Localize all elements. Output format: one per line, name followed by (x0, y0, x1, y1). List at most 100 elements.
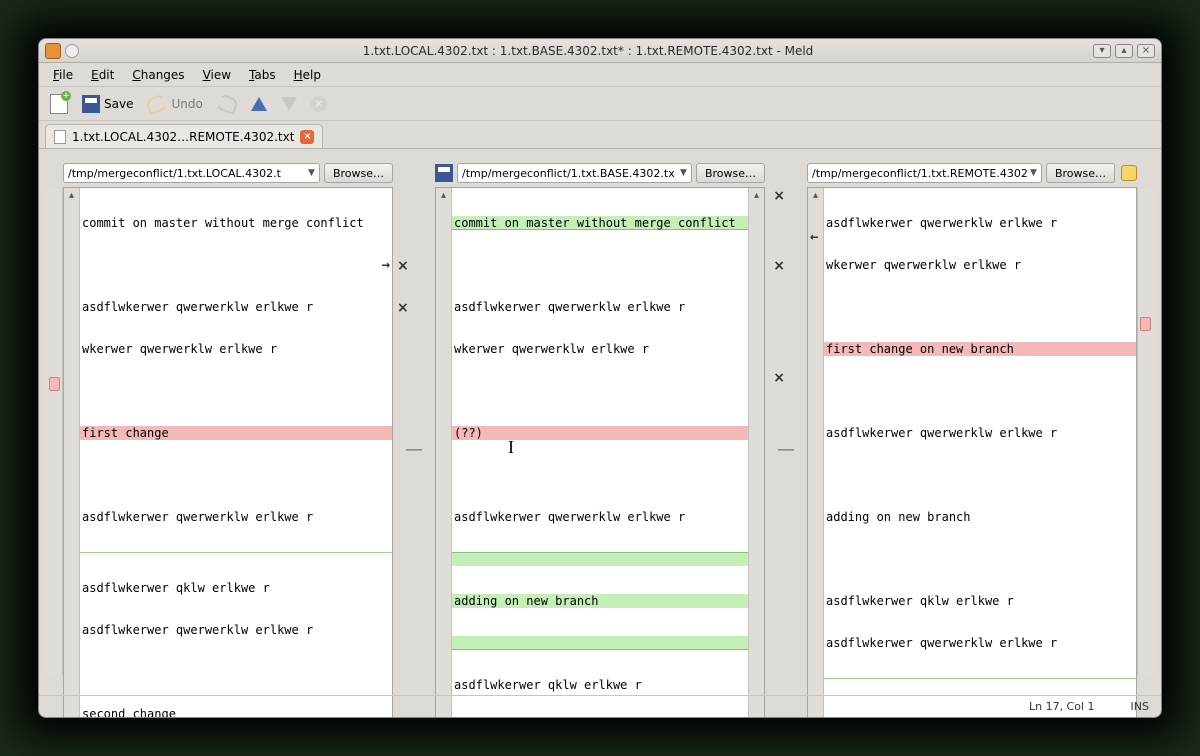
titlebar: 1.txt.LOCAL.4302.txt : 1.txt.BASE.4302.t… (39, 39, 1161, 63)
delete-chunk-icon[interactable]: × (397, 301, 409, 315)
code-line (452, 468, 748, 482)
doc-icon (54, 130, 66, 144)
workarea: /tmp/mergeconflict/1.txt.LOCAL.4302.t▼ B… (39, 157, 1161, 695)
delete-chunk-icon[interactable]: × (397, 259, 409, 273)
modified-floppy-icon (435, 164, 453, 182)
code-line (80, 384, 392, 398)
app-icon (45, 43, 61, 59)
new-doc-icon (50, 94, 68, 114)
close-window-button[interactable]: × (1137, 44, 1155, 58)
path-remote-input[interactable]: /tmp/mergeconflict/1.txt.REMOTE.4302▼ (807, 163, 1042, 183)
code-line (452, 258, 748, 272)
menu-edit[interactable]: Edit (83, 66, 122, 84)
code-line: commit on master without merge conflict (80, 216, 392, 230)
menu-changes[interactable]: Changes (124, 66, 192, 84)
overview-strip-left[interactable] (47, 189, 63, 675)
code-line (824, 384, 1136, 398)
collapse-icon[interactable]: — (777, 439, 795, 460)
pane-base: /tmp/mergeconflict/1.txt.BASE.4302.tx▼ B… (435, 163, 765, 691)
undo-icon (145, 93, 169, 115)
code-line: asdflwkerwer qwerwerklw erlkwe r (80, 623, 392, 637)
linkmap-right: × × × — (765, 189, 807, 675)
code-line: commit on master without merge conflict (452, 216, 748, 230)
code-line: asdflwkerwer qwerwerklw erlkwe r (80, 510, 392, 524)
editor-local[interactable]: ▴ commit on master without merge conflic… (63, 187, 393, 718)
browse-base-button[interactable]: Browse… (696, 163, 765, 183)
path-local-input[interactable]: /tmp/mergeconflict/1.txt.LOCAL.4302.t▼ (63, 163, 320, 183)
text-cursor-icon: I (508, 440, 514, 454)
new-comparison-button[interactable] (45, 91, 73, 117)
push-left-icon[interactable]: ← (810, 230, 818, 244)
toolbar: Save Undo × (39, 87, 1161, 121)
code-line: asdflwkerwer qklw erlkwe r (824, 594, 1136, 608)
delete-chunk-icon[interactable]: × (773, 189, 785, 203)
delete-chunk-icon[interactable]: × (773, 259, 785, 273)
scroll-up-base[interactable]: ▴ (436, 188, 452, 718)
code-line: wkerwer qwerwerklw erlkwe r (80, 342, 392, 356)
scroll-up-base-right[interactable]: ▴ (748, 188, 764, 718)
push-right-icon[interactable]: → (382, 258, 390, 272)
code-line (452, 384, 748, 398)
menu-help[interactable]: Help (286, 66, 329, 84)
redo-button[interactable] (212, 91, 242, 117)
code-line: asdflwkerwer qwerwerklw erlkwe r (824, 426, 1136, 440)
pane-local: /tmp/mergeconflict/1.txt.LOCAL.4302.t▼ B… (63, 163, 393, 691)
code-line: wkerwer qwerwerklw erlkwe r (452, 342, 748, 356)
scroll-up-local[interactable]: ▴ (64, 188, 80, 718)
code-line: adding on new branch (824, 510, 1136, 524)
code-line (80, 468, 392, 482)
tab-label: 1.txt.LOCAL.4302…REMOTE.4302.txt (72, 130, 294, 144)
code-line: asdflwkerwer qwerwerklw erlkwe r (80, 300, 392, 314)
arrow-down-icon (281, 97, 297, 111)
tab-close-button[interactable]: × (300, 130, 314, 144)
menu-file[interactable]: File (45, 66, 81, 84)
editor-remote[interactable]: ▴ asdflwkerwer qwerwerklw erlkwe r wkerw… (807, 187, 1137, 718)
tab-comparison[interactable]: 1.txt.LOCAL.4302…REMOTE.4302.txt × (45, 124, 323, 148)
undo-button[interactable]: Undo (142, 91, 207, 117)
code-line: first change (80, 426, 392, 440)
lock-icon[interactable] (1121, 165, 1137, 181)
floppy-icon (82, 95, 100, 113)
maximize-button[interactable]: ▴ (1115, 44, 1133, 58)
linkmap-left: × × — (393, 189, 435, 675)
code-line (824, 468, 1136, 482)
code-line (80, 665, 392, 679)
prev-change-button[interactable] (246, 91, 272, 117)
code-line: asdflwkerwer qklw erlkwe r (80, 581, 392, 595)
code-line (452, 636, 748, 650)
minimize-button[interactable]: ▾ (1093, 44, 1111, 58)
next-change-button[interactable] (276, 91, 302, 117)
overview-strip-right[interactable] (1137, 189, 1153, 675)
code-line: wkerwer qwerwerklw erlkwe r (824, 258, 1136, 272)
menu-tabs[interactable]: Tabs (241, 66, 284, 84)
code-line (452, 552, 748, 566)
statusbar: Ln 17, Col 1 INS (39, 695, 1161, 717)
browse-remote-button[interactable]: Browse… (1046, 163, 1115, 183)
code-line: first change on new branch (824, 342, 1136, 356)
stop-icon: × (311, 96, 327, 112)
editor-base[interactable]: ▴ commit on master without merge conflic… (435, 187, 765, 718)
delete-chunk-icon[interactable]: × (773, 371, 785, 385)
path-base-input[interactable]: /tmp/mergeconflict/1.txt.BASE.4302.tx▼ (457, 163, 692, 183)
cursor-position: Ln 17, Col 1 (1029, 700, 1095, 713)
code-line: asdflwkerwer qwerwerklw erlkwe r (452, 300, 748, 314)
code-line: asdflwkerwer qklw erlkwe r (452, 678, 748, 692)
code-line (824, 552, 1136, 566)
menu-view[interactable]: View (195, 66, 239, 84)
collapse-icon[interactable]: — (405, 439, 423, 460)
arrow-up-icon (251, 97, 267, 111)
app-window: 1.txt.LOCAL.4302.txt : 1.txt.BASE.4302.t… (38, 38, 1162, 718)
window-menu-icon[interactable] (65, 44, 79, 58)
menubar: File Edit Changes View Tabs Help (39, 63, 1161, 87)
pane-remote: /tmp/mergeconflict/1.txt.REMOTE.4302▼ Br… (807, 163, 1137, 691)
code-line (824, 300, 1136, 314)
redo-icon (215, 93, 239, 115)
scroll-up-remote[interactable]: ▴ (808, 188, 824, 718)
browse-local-button[interactable]: Browse… (324, 163, 393, 183)
tabbar: 1.txt.LOCAL.4302…REMOTE.4302.txt × (39, 121, 1161, 149)
code-line: asdflwkerwer qwerwerklw erlkwe r (824, 636, 1136, 650)
save-button[interactable]: Save (77, 91, 138, 117)
code-line: asdflwkerwer qwerwerklw erlkwe r (452, 510, 748, 524)
code-line: (??) (452, 426, 748, 440)
stop-button[interactable]: × (306, 91, 332, 117)
